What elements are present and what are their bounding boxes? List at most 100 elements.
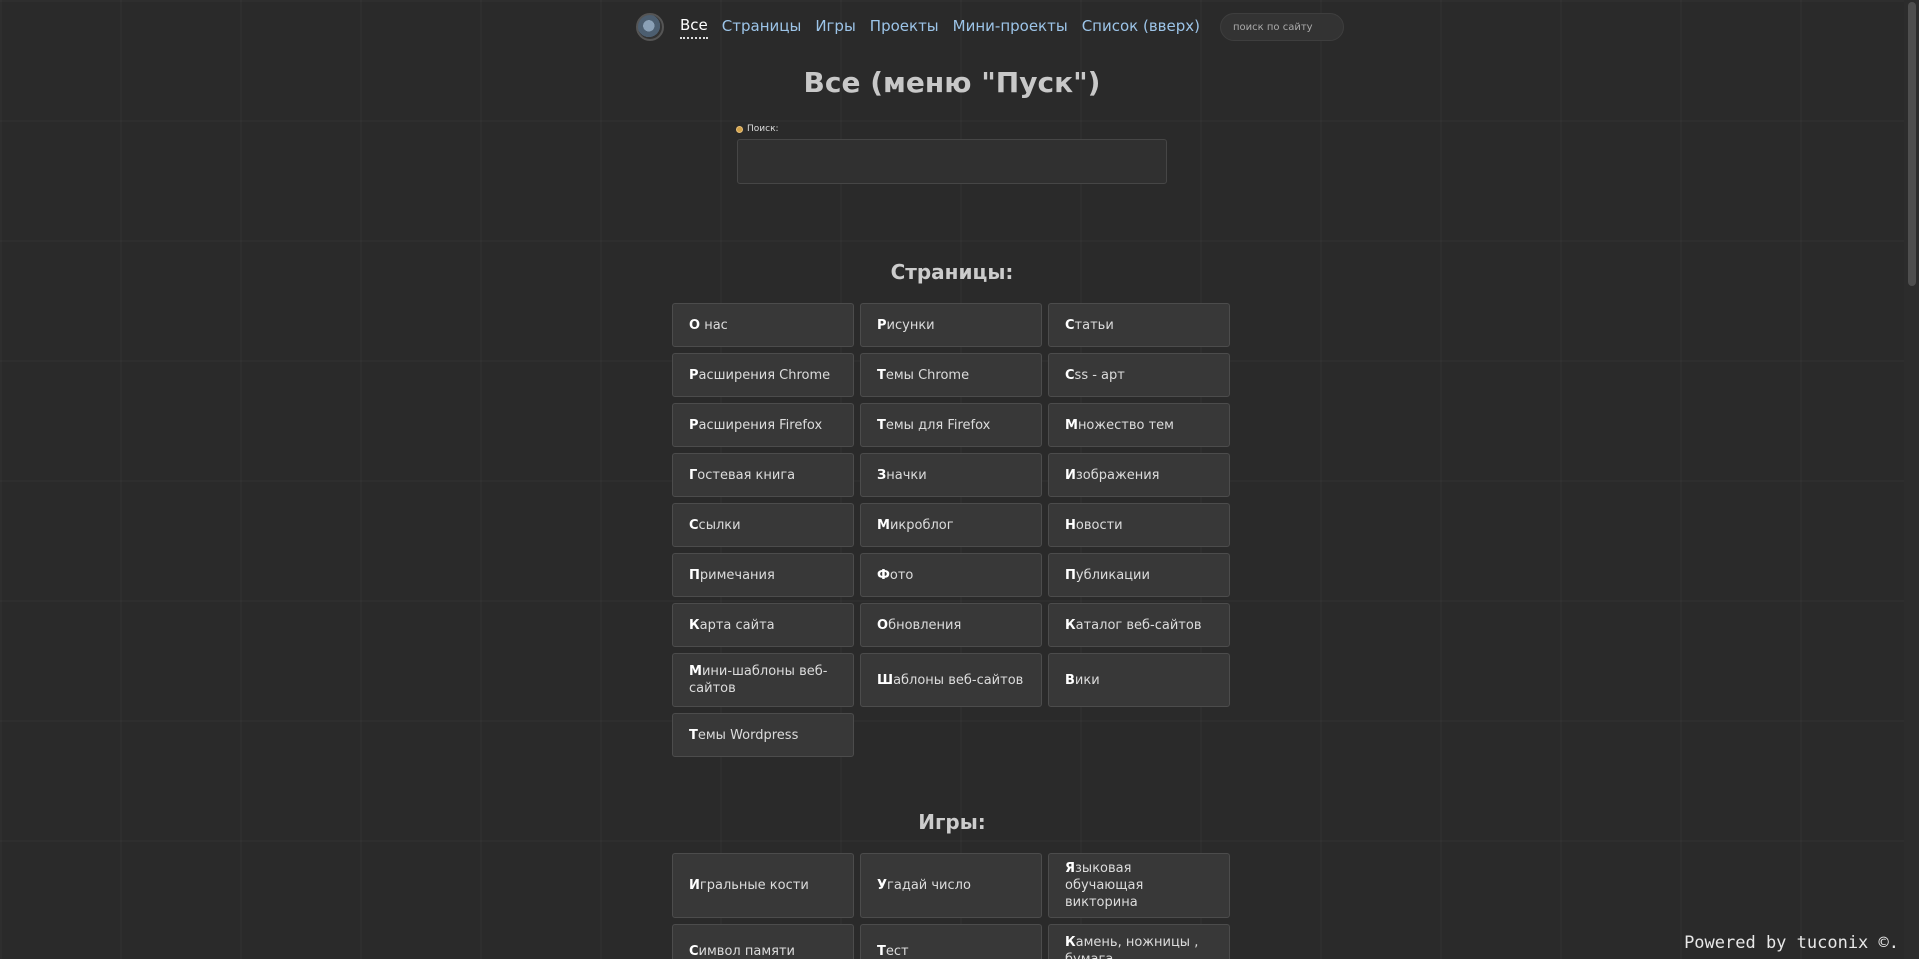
menu-tile[interactable]: Угадай число — [860, 853, 1042, 918]
menu-tile-initial: К — [689, 617, 700, 633]
site-search-input[interactable] — [1220, 13, 1344, 41]
menu-tile-text: ножество тем — [1077, 417, 1174, 433]
menu-tile[interactable]: Множество тем — [1048, 403, 1230, 447]
menu-tile-label: Расширения Firefox — [689, 417, 822, 434]
menu-tile-label: О нас — [689, 317, 728, 334]
menu-tile[interactable]: Изображения — [1048, 453, 1230, 497]
nav-item-all[interactable]: Все — [680, 16, 708, 39]
footer-credit: Powered by tuconix ©. — [1684, 933, 1899, 953]
menu-tile-initial: Р — [877, 317, 887, 333]
menu-tile-initial: К — [1065, 935, 1076, 950]
menu-tile-initial: П — [1065, 567, 1076, 583]
bullet-icon — [736, 125, 743, 133]
menu-tile-label: Игральные кости — [689, 877, 809, 894]
menu-tile-label: Ссылки — [689, 517, 741, 534]
page-title: Все (меню "Пуск") — [803, 66, 1101, 99]
menu-tile-initial: Р — [689, 417, 699, 433]
menu-tile-initial: И — [1065, 467, 1076, 483]
filter-search-input[interactable] — [737, 139, 1167, 184]
site-logo-icon[interactable] — [636, 13, 664, 41]
menu-tile-initial: Н — [1065, 517, 1076, 533]
menu-tile-label: Угадай число — [877, 877, 971, 894]
menu-tile[interactable]: Темы Wordpress — [672, 713, 854, 757]
menu-tile-text: аблоны веб-сайтов — [893, 672, 1024, 688]
menu-tile[interactable]: Темы для Firefox — [860, 403, 1042, 447]
menu-tile[interactable]: Гостевая книга — [672, 453, 854, 497]
menu-tile[interactable]: Расширения Chrome — [672, 353, 854, 397]
menu-tile[interactable]: Обновления — [860, 603, 1042, 647]
menu-tile-label: Фото — [877, 567, 913, 584]
menu-tile-text: гральные кости — [699, 878, 809, 893]
menu-tile[interactable]: Фото — [860, 553, 1042, 597]
menu-tile[interactable]: Статьи — [1048, 303, 1230, 347]
menu-tile-text: арта сайта — [699, 617, 775, 633]
menu-tile-label: Гостевая книга — [689, 467, 795, 484]
nav-item-pages[interactable]: Страницы — [722, 17, 802, 38]
section-title-games: Игры: — [918, 810, 986, 834]
menu-tile[interactable]: Расширения Firefox — [672, 403, 854, 447]
menu-tile[interactable]: Символ памяти — [672, 924, 854, 959]
nav-item-projects[interactable]: Проекты — [870, 17, 939, 38]
menu-tile[interactable]: Игральные кости — [672, 853, 854, 918]
menu-tile-text: аталог веб-сайтов — [1075, 617, 1202, 633]
menu-tile-label: Css - арт — [1065, 367, 1125, 384]
menu-tile-label: Статьи — [1065, 317, 1114, 334]
menu-tile-text: ss - арт — [1074, 367, 1125, 383]
menu-tile[interactable]: Каталог веб-сайтов — [1048, 603, 1230, 647]
menu-tile-text: остевая книга — [697, 467, 796, 483]
menu-tile-initial: C — [1065, 367, 1075, 383]
menu-tile-text: овости — [1075, 517, 1123, 533]
menu-tile-label: Рисунки — [877, 317, 935, 334]
menu-tile[interactable]: Вики — [1048, 653, 1230, 707]
menu-tile[interactable]: Шаблоны веб-сайтов — [860, 653, 1042, 707]
menu-tile-text: ини-шаблоны веб-сайтов — [689, 664, 828, 696]
menu-tile-text: асширения Chrome — [698, 367, 831, 383]
menu-tile-initial: Т — [877, 367, 886, 383]
menu-tile[interactable]: Языковая обучающая викторина — [1048, 853, 1230, 918]
menu-tile-label: Микроблог — [877, 517, 954, 534]
menu-tile[interactable]: Публикации — [1048, 553, 1230, 597]
menu-tile[interactable]: Новости — [1048, 503, 1230, 547]
menu-tile-initial: П — [689, 567, 700, 583]
menu-tile[interactable]: Примечания — [672, 553, 854, 597]
vertical-scrollbar[interactable] — [1904, 0, 1919, 959]
menu-tile[interactable]: Рисунки — [860, 303, 1042, 347]
menu-tile-text: икроблог — [889, 517, 954, 533]
menu-tile-label: Расширения Chrome — [689, 367, 830, 384]
games-grid: Игральные кости Угадай число Языковая обуч… — [672, 853, 1232, 959]
menu-tile-label: Примечания — [689, 567, 775, 584]
menu-tile-initial: М — [1065, 417, 1078, 433]
menu-tile[interactable]: Камень, ножницы , бумага — [1048, 924, 1230, 959]
menu-tile[interactable]: Ссылки — [672, 503, 854, 547]
menu-tile[interactable]: Значки — [860, 453, 1042, 497]
menu-tile-label: Множество тем — [1065, 417, 1174, 434]
menu-tile-initial: В — [1065, 672, 1075, 688]
menu-tile-initial: Ф — [877, 567, 890, 583]
menu-tile[interactable]: Css - арт — [1048, 353, 1230, 397]
menu-tile-label: Публикации — [1065, 567, 1150, 584]
nav-item-games[interactable]: Игры — [815, 17, 855, 38]
menu-tile-label: Обновления — [877, 617, 961, 634]
menu-tile[interactable]: Мини-шаблоны веб-сайтов — [672, 653, 854, 707]
menu-tile[interactable]: Карта сайта — [672, 603, 854, 647]
menu-tile-text: емы Chrome — [885, 367, 970, 383]
menu-tile-text: имвол памяти — [698, 943, 795, 959]
nav-item-list-up[interactable]: Список (вверх) — [1082, 17, 1200, 38]
menu-tile-label: Темы Chrome — [877, 367, 969, 384]
scrollbar-thumb[interactable] — [1908, 2, 1916, 286]
menu-tile[interactable]: Микроблог — [860, 503, 1042, 547]
menu-tile-text: емы для Firefox — [885, 417, 991, 433]
menu-tile[interactable]: О нас — [672, 303, 854, 347]
menu-tile-initial: О — [689, 317, 701, 333]
menu-tile-label: Карта сайта — [689, 617, 775, 634]
page: Все Страницы Игры Проекты Мини-проекты С… — [0, 0, 1919, 959]
menu-tile[interactable]: Тест — [860, 924, 1042, 959]
menu-tile-text: гадай число — [887, 878, 971, 893]
menu-tile-text: татьи — [1074, 317, 1114, 333]
menu-tile[interactable]: Темы Chrome — [860, 353, 1042, 397]
menu-tile-initial: З — [877, 467, 887, 483]
menu-tile-initial: Т — [877, 417, 886, 433]
top-navigation: Все Страницы Игры Проекты Мини-проекты С… — [636, 10, 1344, 44]
menu-tile-label: Вики — [1065, 672, 1100, 689]
nav-item-mini-projects[interactable]: Мини-проекты — [953, 17, 1068, 38]
